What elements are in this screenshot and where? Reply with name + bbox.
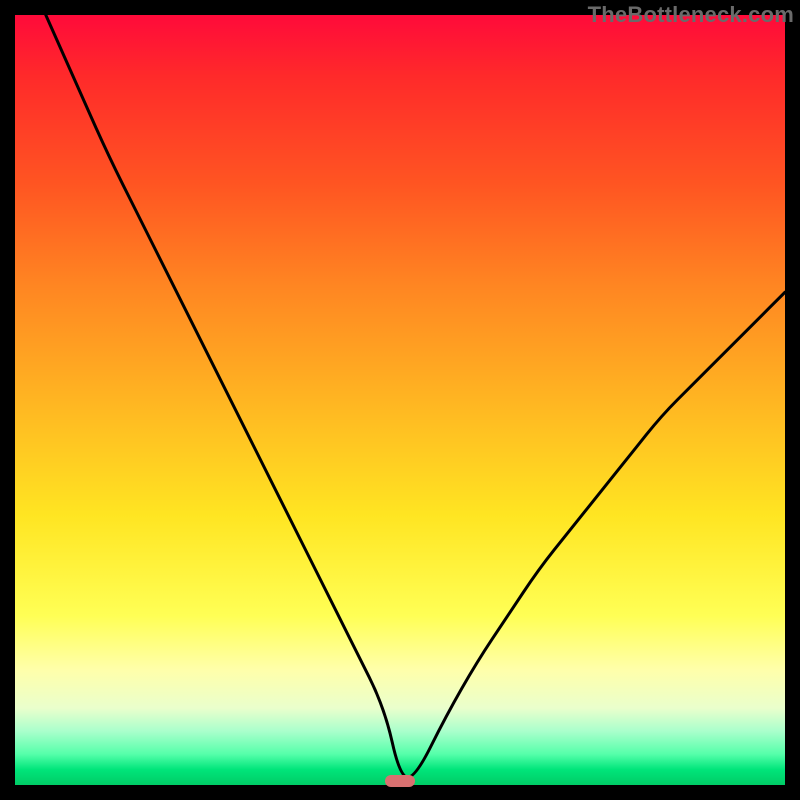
plot-area: [15, 15, 785, 785]
curve-layer: [15, 15, 785, 785]
bottleneck-curve: [46, 15, 785, 777]
watermark-text: TheBottleneck.com: [588, 2, 794, 28]
chart-container: TheBottleneck.com: [0, 0, 800, 800]
minimum-marker: [385, 775, 416, 787]
